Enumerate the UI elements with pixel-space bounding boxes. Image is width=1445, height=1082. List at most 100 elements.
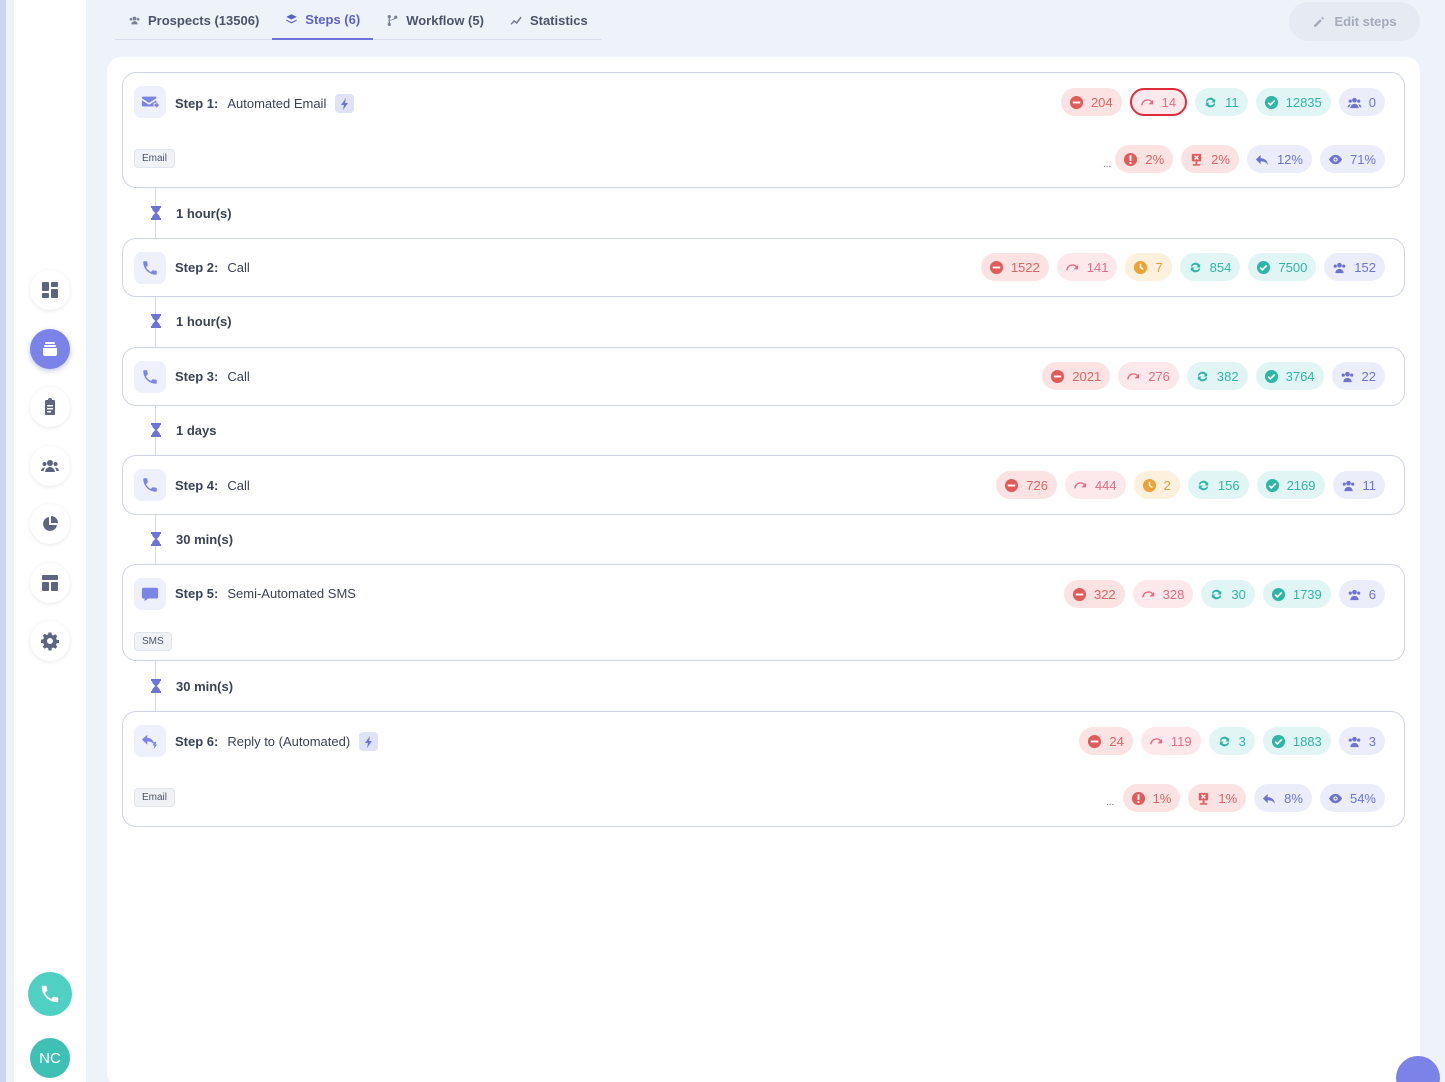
synced-count[interactable]: 156 <box>1187 471 1249 499</box>
edit-steps-label: Edit steps <box>1334 14 1397 29</box>
contacts-nav-button[interactable] <box>30 446 70 486</box>
reply-rate[interactable]: 8% <box>1254 784 1312 812</box>
tab-statistics[interactable]: Statistics <box>497 0 601 40</box>
people-count[interactable]: 0 <box>1338 88 1385 116</box>
step-card-4[interactable]: Step 4: Call 726 444 2 156 2169 11 <box>122 455 1405 515</box>
error-rate[interactable]: 2% <box>1115 145 1174 173</box>
step-card-2[interactable]: Step 2: Call 1522 141 7 854 7500 152 <box>122 238 1405 297</box>
step-card-3[interactable]: Step 3: Call 2021 276 382 3764 22 <box>122 347 1405 406</box>
rejected-count[interactable]: 24 <box>1079 727 1133 755</box>
sequences-nav-button[interactable] <box>30 329 70 369</box>
dashboard-nav-button[interactable] <box>30 270 70 310</box>
check-circle-icon <box>1271 734 1285 748</box>
bounced-count[interactable]: 276 <box>1118 362 1179 390</box>
step-type-icon <box>134 252 166 284</box>
sidebar: NC <box>14 0 86 1082</box>
rejected-count[interactable]: 2021 <box>1042 362 1111 390</box>
completed-count[interactable]: 3764 <box>1255 362 1324 390</box>
tab-steps[interactable]: Steps (6) <box>272 0 374 40</box>
bounced-count[interactable]: 328 <box>1132 580 1194 608</box>
bounced-count[interactable]: 444 <box>1064 471 1126 499</box>
synced-count[interactable]: 3 <box>1208 727 1255 755</box>
pending-count[interactable]: 2 <box>1133 471 1180 499</box>
channel-badge: Email <box>134 788 176 807</box>
unsubscribe-rate[interactable]: 2% <box>1181 145 1239 173</box>
eye-icon <box>1328 154 1343 164</box>
users-icon <box>1342 480 1354 491</box>
tab-workflow[interactable]: Workflow (5) <box>373 0 497 40</box>
dialer-button[interactable] <box>28 972 72 1016</box>
open-rate[interactable]: 54% <box>1319 784 1385 812</box>
people-count[interactable]: 11 <box>1332 471 1385 499</box>
rejected-count[interactable]: 322 <box>1063 580 1125 608</box>
unsubscribe-rate[interactable]: 1% <box>1188 784 1247 812</box>
completed-count[interactable]: 1739 <box>1262 580 1331 608</box>
bounced-count[interactable]: 141 <box>1056 253 1118 281</box>
rejected-count[interactable]: 1522 <box>980 253 1049 281</box>
settings-nav-button[interactable] <box>30 621 70 661</box>
hourglass-icon <box>151 206 161 220</box>
delay-row: 30 min(s) <box>150 529 233 549</box>
automated-bolt-icon <box>359 732 379 751</box>
completed-count[interactable]: 2169 <box>1256 471 1325 499</box>
step-title: Step 4: Call <box>175 478 250 493</box>
reports-nav-button[interactable] <box>30 504 70 544</box>
completed-count[interactable]: 7500 <box>1248 253 1317 281</box>
completed-count[interactable]: 12835 <box>1255 88 1331 116</box>
tasks-nav-button[interactable] <box>30 387 70 427</box>
tab-label: Statistics <box>529 12 588 28</box>
step-card-6[interactable]: Step 6: Reply to (Automated) 24 119 3 18… <box>122 711 1405 827</box>
delay-label: 1 hour(s) <box>176 205 232 221</box>
users-icon <box>1348 589 1361 600</box>
bounced-count[interactable]: 119 <box>1140 727 1201 755</box>
synced-count[interactable]: 382 <box>1186 362 1248 390</box>
bounce-arrow-icon <box>1074 481 1087 488</box>
phone-icon <box>41 985 59 1003</box>
minus-circle-icon <box>1005 478 1019 492</box>
step-card-5[interactable]: Step 5: Semi-Automated SMS 322 328 30 17… <box>122 564 1405 661</box>
bounced-count[interactable]: 14 <box>1129 88 1188 116</box>
completed-count[interactable]: 1883 <box>1262 727 1331 755</box>
people-count[interactable]: 22 <box>1331 362 1385 390</box>
pie-chart-icon <box>43 516 58 531</box>
step-title: Step 3: Call <box>175 369 250 384</box>
synced-count[interactable]: 30 <box>1201 580 1255 608</box>
hourglass-icon <box>151 423 161 437</box>
pending-count[interactable]: 7 <box>1125 253 1172 281</box>
synced-count[interactable]: 11 <box>1195 88 1248 116</box>
minus-circle-icon <box>1072 587 1087 601</box>
users-icon <box>1333 262 1346 273</box>
step-card-1[interactable]: Step 1: Automated Email 204 14 11 12835 … <box>122 72 1405 188</box>
step-name: Call <box>227 478 250 493</box>
people-count[interactable]: 3 <box>1338 727 1385 755</box>
delay-label: 1 days <box>176 422 217 438</box>
delay-label: 30 min(s) <box>176 678 234 694</box>
chart-line-icon <box>510 16 522 25</box>
synced-count[interactable]: 854 <box>1179 253 1241 281</box>
people-count[interactable]: 152 <box>1324 253 1385 281</box>
people-count[interactable]: 6 <box>1338 580 1385 608</box>
bounce-arrow-icon <box>1127 372 1140 379</box>
left-edge-strip <box>0 0 6 1082</box>
step-name: Reply to (Automated) <box>227 734 351 749</box>
delay-row: 1 days <box>150 420 216 440</box>
step-name: Call <box>227 369 250 384</box>
layout-icon <box>42 575 58 591</box>
reply-rate[interactable]: 12% <box>1246 145 1312 173</box>
open-rate[interactable]: 71% <box>1319 145 1385 173</box>
user-avatar[interactable]: NC <box>30 1038 70 1078</box>
users-icon <box>129 16 140 24</box>
rejected-count[interactable]: 726 <box>996 471 1057 499</box>
alert-circle-icon <box>1124 152 1138 166</box>
rejected-count[interactable]: 204 <box>1060 88 1122 116</box>
pencil-icon <box>1314 16 1325 27</box>
templates-nav-button[interactable] <box>30 563 70 603</box>
step-stats: 322 328 30 1739 6 <box>1063 580 1385 608</box>
edit-steps-button[interactable]: Edit steps <box>1289 2 1420 41</box>
step-stats: 2021 276 382 3764 22 <box>1042 362 1385 390</box>
tab-prospects[interactable]: Prospects (13506) <box>115 0 272 40</box>
unsubscribe-icon <box>1191 153 1202 166</box>
clock-icon <box>1134 260 1148 274</box>
error-rate[interactable]: 1% <box>1122 784 1181 812</box>
sync-icon <box>1190 262 1200 272</box>
